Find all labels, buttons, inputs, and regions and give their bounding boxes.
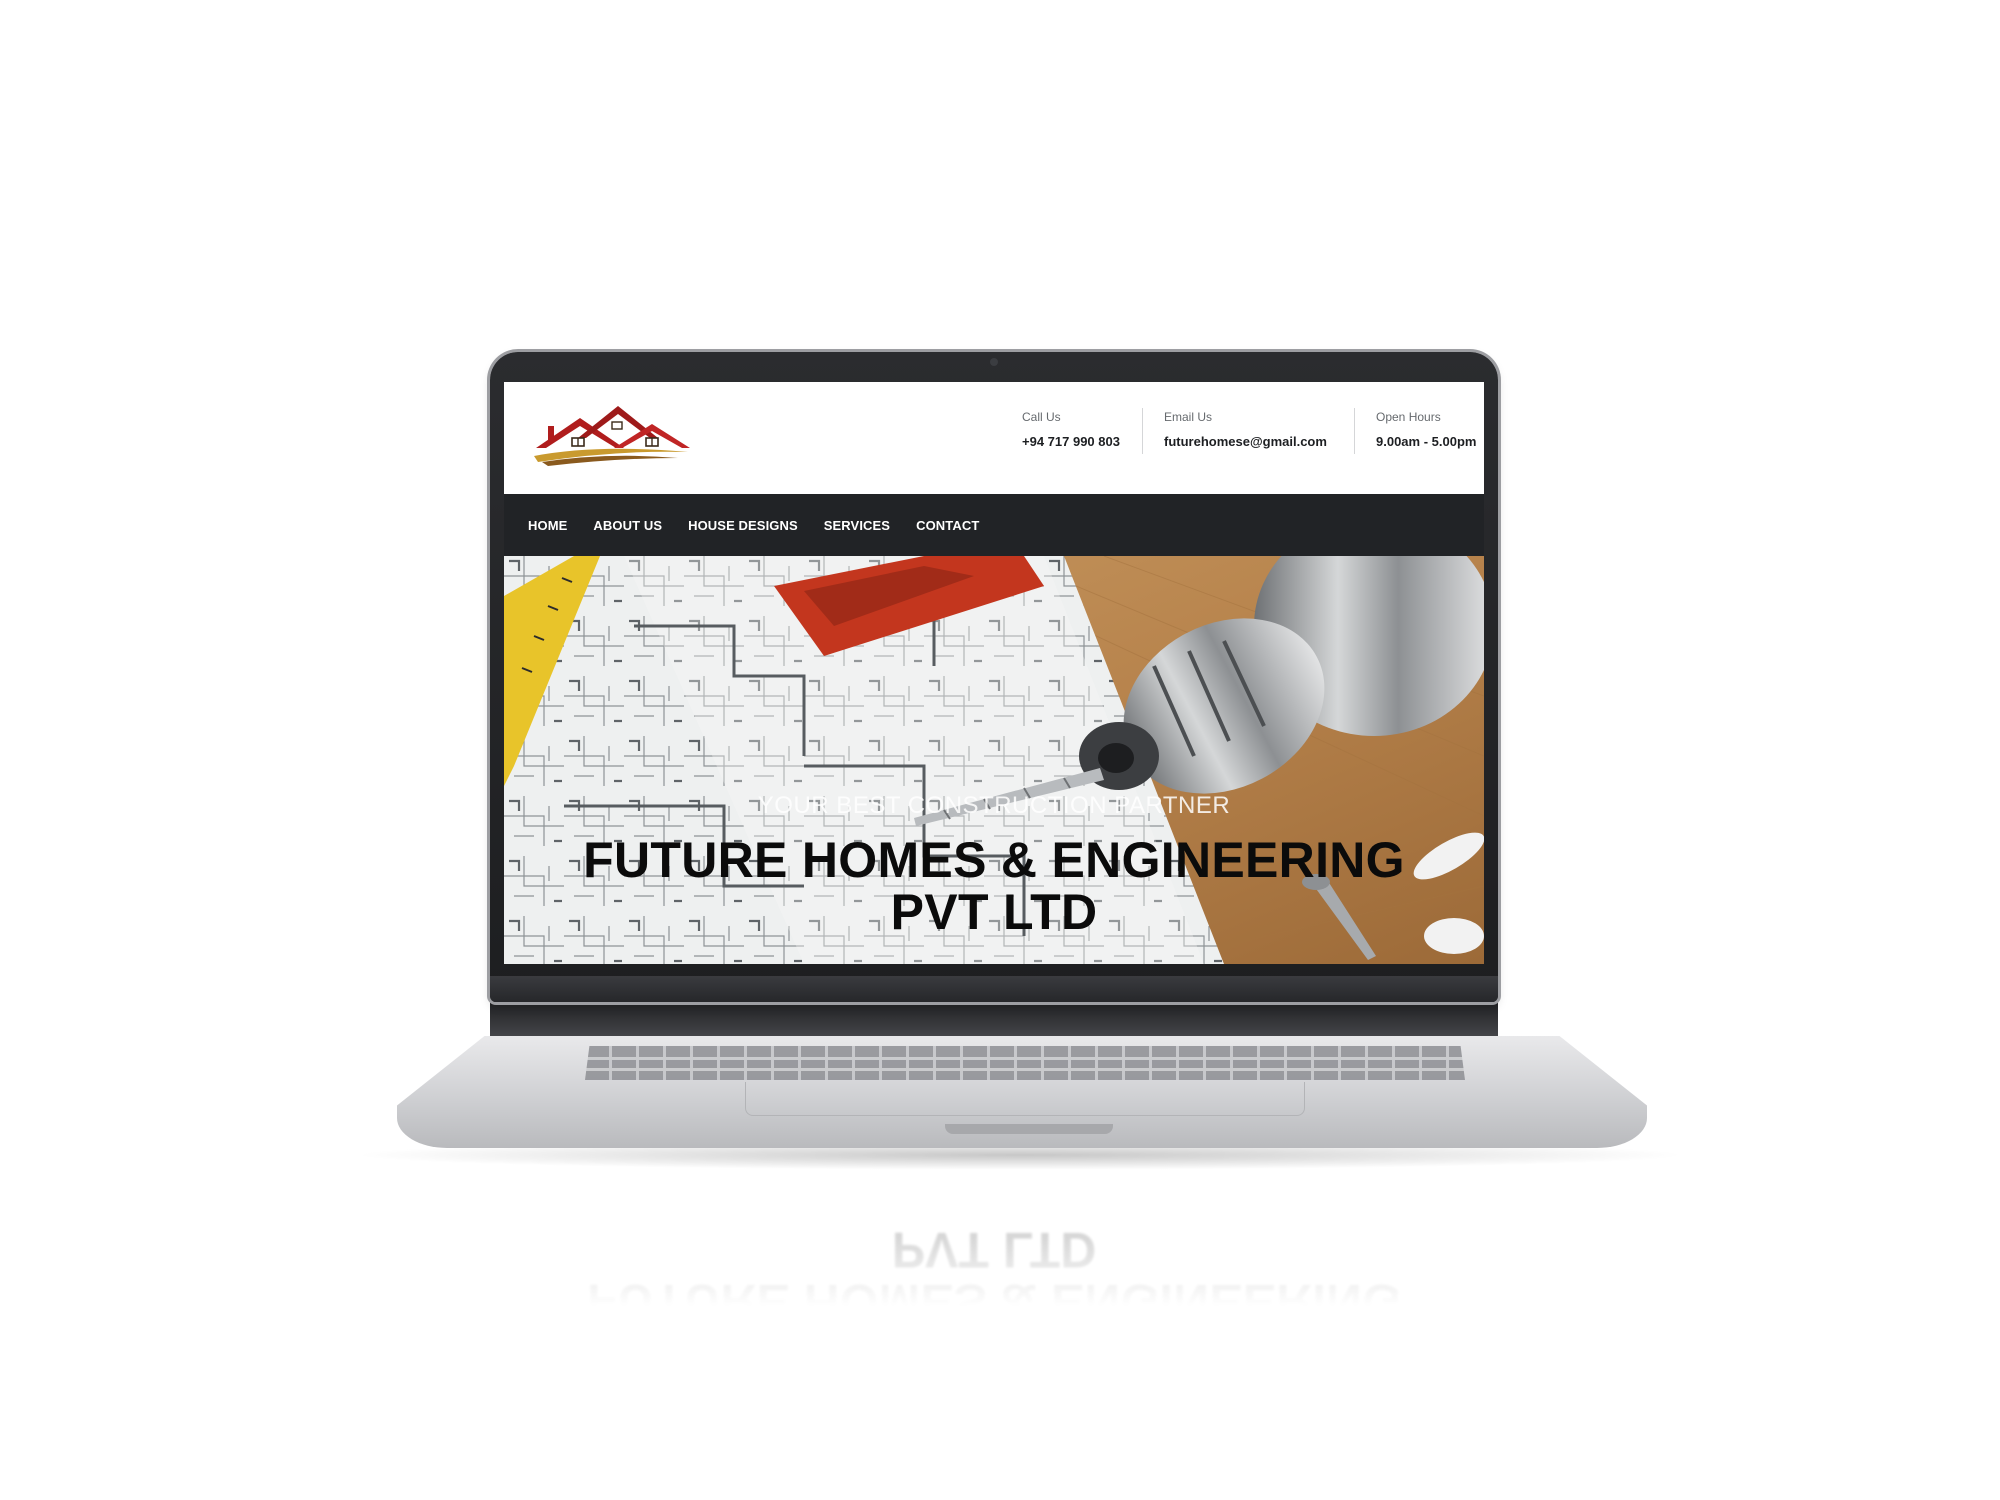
hero-title-line2: PVT LTD: [890, 884, 1098, 940]
laptop-screen: Call Us +94 717 990 803 Email Us futureh…: [504, 382, 1484, 964]
hero-tagline: YOUR BEST CONSTRUCTION PARTNER: [757, 792, 1231, 819]
contact-divider: [1354, 408, 1355, 454]
screen-reflection: FUTURE HOMES & ENGINEERING PVT LTD: [490, 1188, 1498, 1330]
house-roof-logo-icon[interactable]: [528, 396, 698, 472]
nav-item-home[interactable]: HOME: [528, 518, 567, 533]
hours-value: 9.00am - 5.00pm: [1376, 434, 1477, 449]
contact-email: Email Us futurehomese@gmail.com: [1164, 410, 1327, 449]
nav-item-about-us[interactable]: ABOUT US: [593, 518, 662, 533]
hero-banner: YOUR BEST CONSTRUCTION PARTNER FUTURE HO…: [504, 556, 1484, 964]
laptop-bezel-bottom: [490, 976, 1498, 1002]
hours-label: Open Hours: [1376, 410, 1441, 424]
contact-divider: [1142, 408, 1143, 454]
hero-title-line1: FUTURE HOMES & ENGINEERING: [583, 832, 1405, 888]
nav-item-services[interactable]: SERVICES: [824, 518, 890, 533]
laptop-trackpad: [745, 1082, 1305, 1116]
main-nav: HOME ABOUT US HOUSE DESIGNS SERVICES CON…: [504, 494, 1484, 556]
laptop-lid: Call Us +94 717 990 803 Email Us futureh…: [490, 352, 1498, 1002]
contact-hours: Open Hours 9.00am - 5.00pm: [1376, 410, 1476, 449]
camera-icon: [990, 358, 998, 366]
nav-item-house-designs[interactable]: HOUSE DESIGNS: [688, 518, 798, 533]
laptop-lip: [945, 1124, 1113, 1134]
site-header: Call Us +94 717 990 803 Email Us futureh…: [504, 382, 1484, 494]
email-link[interactable]: futurehomese@gmail.com: [1164, 434, 1327, 449]
nav-item-contact[interactable]: CONTACT: [916, 518, 979, 533]
laptop-keyboard: [585, 1046, 1465, 1080]
reflection-line2: PVT LTD: [891, 1222, 1097, 1278]
email-label: Email Us: [1164, 410, 1213, 424]
hero-title: FUTURE HOMES & ENGINEERING PVT LTD: [504, 834, 1484, 938]
laptop-hinge: [490, 1000, 1498, 1038]
reflection-line1: FUTURE HOMES & ENGINEERING: [587, 1274, 1401, 1330]
call-label: Call Us: [1022, 410, 1061, 424]
phone-number-link[interactable]: +94 717 990 803: [1022, 434, 1120, 449]
contact-call: Call Us +94 717 990 803: [1022, 410, 1120, 449]
